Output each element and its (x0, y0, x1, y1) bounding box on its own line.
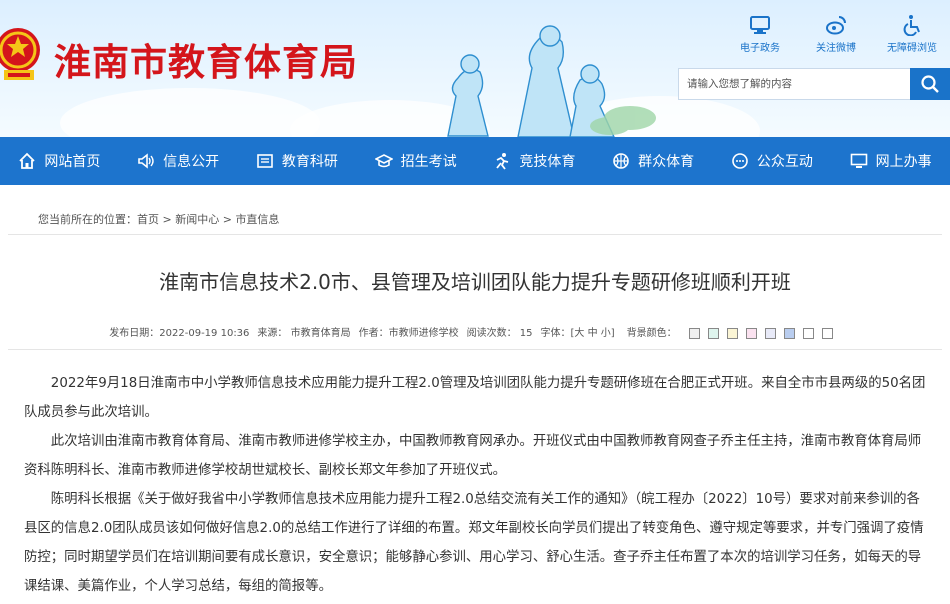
nav-item-research[interactable]: 教育科研 (238, 137, 357, 185)
nav-item-interaction[interactable]: 公众互动 (713, 137, 832, 185)
graduation-cap-icon (374, 154, 393, 168)
search-button[interactable] (910, 68, 950, 100)
nav-item-info-disclosure[interactable]: 信息公开 (119, 137, 238, 185)
nav-label: 群众体育 (638, 154, 695, 170)
breadcrumb-link-news[interactable]: 新闻中心 (175, 213, 219, 226)
computer-icon (850, 153, 867, 168)
bg-color-swatch-5[interactable] (764, 327, 776, 339)
nav-label: 招生考试 (400, 154, 457, 170)
divider (8, 234, 942, 235)
breadcrumb-separator: > (159, 213, 176, 226)
nav-label: 竞技体育 (519, 154, 576, 170)
nav-item-home[interactable]: 网站首页 (0, 137, 119, 185)
national-emblem-icon (0, 28, 40, 80)
nav-item-admissions[interactable]: 招生考试 (356, 137, 475, 185)
accessibility-link[interactable]: 无障碍浏览 (874, 14, 950, 54)
breadcrumb-link-home[interactable]: 首页 (137, 213, 159, 226)
accessibility-label: 无障碍浏览 (887, 43, 937, 54)
publish-date: 发布日期：2022-09-19 10:36 (109, 328, 250, 339)
bg-color-label: 背景颜色： (626, 328, 677, 339)
speaker-icon (138, 153, 154, 169)
breadcrumb-link-city[interactable]: 市直信息 (235, 213, 279, 226)
book-icon (257, 154, 273, 168)
search-box: 请输入您想了解的内容 (678, 68, 950, 100)
nav-item-competitive-sports[interactable]: 竞技体育 (475, 137, 594, 185)
breadcrumb-prefix: 您当前所在的位置： (38, 213, 137, 226)
bg-color-swatch-3[interactable] (726, 327, 738, 339)
nav-label: 公众互动 (756, 154, 813, 170)
nav-label: 网站首页 (44, 154, 101, 170)
bg-color-swatch-1[interactable] (688, 327, 700, 339)
home-icon (19, 152, 36, 169)
header-banner: 淮南市教育体育局 电子政务 关注微博 无障碍浏览 请输入您想了解的内容 (0, 0, 950, 137)
weibo-icon (826, 16, 846, 35)
nav-label: 教育科研 (281, 154, 338, 170)
e-government-label: 电子政务 (740, 43, 780, 54)
monitor-icon (750, 16, 770, 34)
breadcrumb-separator: > (219, 213, 236, 226)
scholars-illustration (447, 25, 656, 137)
chat-icon (732, 153, 748, 169)
bg-color-swatch-7[interactable] (802, 327, 814, 339)
font-size-switch[interactable]: 字体：[大 中 小] (541, 324, 615, 339)
divider (8, 349, 942, 350)
article-author: 作者：市教师进修学校 (358, 328, 459, 339)
bg-color-swatch-6[interactable] (783, 327, 795, 339)
nav-item-public-sports[interactable]: 群众体育 (594, 137, 713, 185)
nav-label: 信息公开 (163, 154, 220, 170)
site-title[interactable]: 淮南市教育体育局 (54, 32, 358, 86)
article-source: 来源： 市教育体育局 (257, 328, 351, 339)
top-links: 电子政务 关注微博 无障碍浏览 (722, 14, 950, 54)
wheelchair-icon (903, 15, 920, 36)
article-meta: 发布日期：2022-09-19 10:36 来源： 市教育体育局 作者：市教师进… (0, 324, 950, 339)
weibo-link[interactable]: 关注微博 (798, 14, 874, 54)
weibo-label: 关注微博 (816, 43, 856, 54)
search-input[interactable]: 请输入您想了解的内容 (678, 68, 910, 100)
article-paragraph: 陈明科长根据《关于做好我省中小学教师信息技术应用能力提升工程2.0总结交流有关工… (24, 492, 924, 594)
basketball-icon (613, 153, 629, 169)
article-paragraph: 2022年9月18日淮南市中小学教师信息技术应用能力提升工程2.0管理及培训团队… (24, 376, 926, 420)
main-nav: 网站首页 信息公开 教育科研 招生考试 竞技体育 群众体育 公众互动 网上办事 (0, 137, 950, 185)
cloud-decoration (60, 88, 320, 137)
bg-color-swatch-8[interactable] (821, 327, 833, 339)
bg-color-swatch-4[interactable] (745, 327, 757, 339)
nav-item-online-services[interactable]: 网上办事 (831, 137, 950, 185)
runner-icon (496, 153, 509, 170)
article-paragraph: 此次培训由淮南市教育体育局、淮南市教师进修学校主办，中国教师教育网承办。开班仪式… (24, 434, 922, 478)
article-title: 淮南市信息技术2.0市、县管理及培训团队能力提升专题研修班顺利开班 (159, 270, 791, 294)
bg-color-picker: 背景颜色： (623, 324, 841, 339)
article-body: 2022年9月18日淮南市中小学教师信息技术应用能力提升工程2.0管理及培训团队… (24, 369, 926, 601)
view-count: 阅读次数： 15 (466, 328, 533, 339)
bg-color-swatch-2[interactable] (707, 327, 719, 339)
search-icon (921, 75, 939, 93)
nav-label: 网上办事 (875, 154, 932, 170)
e-government-link[interactable]: 电子政务 (722, 14, 798, 54)
breadcrumb: 您当前所在的位置：首页 > 新闻中心 > 市直信息 (38, 211, 279, 227)
